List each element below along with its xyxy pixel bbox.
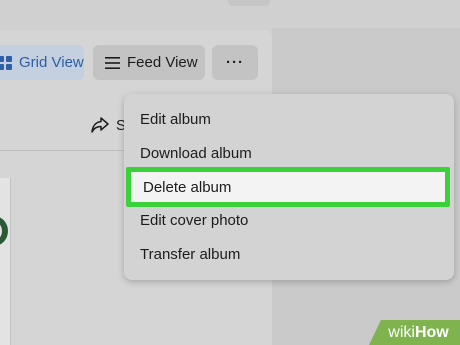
feed-view-label: Feed View: [127, 54, 198, 71]
menu-item-delete-album[interactable]: Delete album: [126, 167, 450, 207]
menu-item-edit-cover-photo[interactable]: Edit cover photo: [124, 204, 454, 238]
menu-item-label: Edit cover photo: [140, 212, 249, 230]
more-options-button[interactable]: ···: [212, 45, 258, 80]
top-edge-tab: [228, 0, 270, 6]
watermark-part2: How: [414, 323, 449, 341]
grid-icon: [0, 55, 12, 70]
list-icon: [105, 56, 120, 69]
album-options-menu: Edit album Download album Delete album E…: [124, 94, 454, 280]
menu-item-label: Transfer album: [140, 245, 241, 263]
menu-item-download-album[interactable]: Download album: [124, 137, 454, 171]
more-dots-icon: ···: [226, 54, 244, 71]
watermark-part1: wiki: [388, 323, 415, 341]
menu-item-label: Download album: [140, 144, 252, 162]
menu-item-label: Delete album: [143, 178, 232, 196]
album-card[interactable]: [0, 178, 11, 345]
grid-view-button[interactable]: Grid View: [0, 45, 84, 80]
share-arrow-icon: [91, 117, 109, 133]
feed-view-button[interactable]: Feed View: [93, 45, 205, 80]
grid-view-label: Grid View: [19, 54, 84, 71]
menu-item-label: Edit album: [140, 111, 211, 129]
wikihow-watermark: wiki How: [369, 320, 460, 345]
menu-item-edit-album[interactable]: Edit album: [124, 103, 454, 137]
menu-item-transfer-album[interactable]: Transfer album: [124, 238, 454, 272]
